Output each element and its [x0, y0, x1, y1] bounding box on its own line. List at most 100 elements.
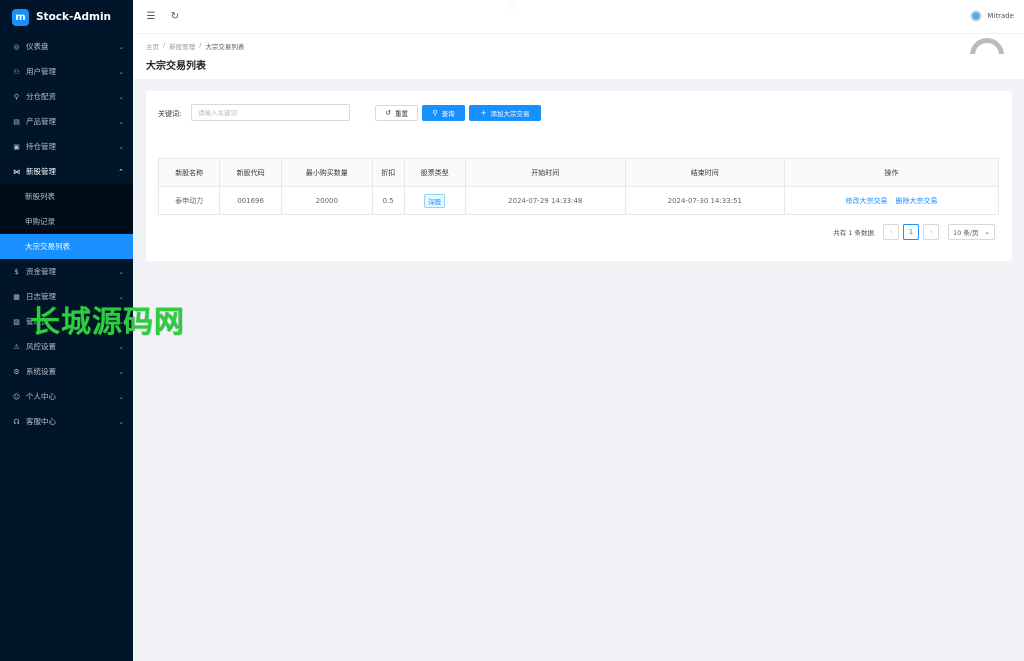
user-name: Mitrade — [987, 12, 1014, 20]
cell-start: 2024-07-29 14:33:48 — [464, 186, 626, 215]
submenu-item[interactable]: 大宗交易列表 — [0, 234, 133, 259]
submenu: 新股列表 申购记录 大宗交易列表 — [0, 184, 133, 259]
menu-toggle-icon[interactable]: ☰ — [145, 11, 157, 22]
top-header: ☰ ↻ ◌ Mitrade — [133, 0, 1024, 34]
search-icon: ⚲ — [432, 109, 438, 117]
column-header: 开始时间 — [464, 158, 626, 187]
plus-icon: + — [480, 109, 487, 117]
sidebar-item[interactable]: ◎ 仪表盘 ⌄ — [0, 34, 133, 59]
sidebar-item-label: 仪表盘 — [26, 42, 49, 51]
chevron-down-icon: ⌄ — [118, 342, 124, 351]
sidebar-item[interactable]: ☺ 个人中心 ⌄ — [0, 384, 133, 409]
sidebar-item-label: 客服中心 — [26, 417, 56, 426]
avatar — [970, 10, 983, 22]
chevron-down-icon: ⌄ — [118, 367, 124, 376]
watermark: 长城源码网 — [30, 305, 185, 340]
sidebar-item[interactable]: ⋈ 新股管理 ⌃ — [0, 159, 133, 184]
sidebar-item-label: 个人中心 — [26, 392, 56, 401]
sidebar-item[interactable]: ⚙ 系统设置 ⌄ — [0, 359, 133, 384]
sidebar-item[interactable]: ⚇ 用户管理 ⌄ — [0, 59, 133, 84]
cell-min-qty: 20000 — [280, 186, 373, 215]
position-icon: ▣ — [13, 142, 20, 151]
column-header: 折扣 — [371, 158, 405, 187]
sidebar-item[interactable]: $ 资金管理 ⌄ — [0, 259, 133, 284]
delete-link[interactable]: 删除大宗交易 — [896, 197, 938, 205]
content-card: 关键词: ↺重置 ⚲查询 +添加大宗交易 新股名称新股代码最小购买数量折扣股票类… — [146, 91, 1012, 261]
reset-label: 重置 — [394, 110, 408, 118]
sidebar-item-label: 分仓配资 — [26, 92, 56, 101]
block-trade-table: 新股名称 新股代码 最小购买数量 折扣 股票类型 开始时间 结束时间 操作 泰申动力 00169… — [157, 158, 999, 215]
brand[interactable]: m Stock-Admin — [0, 0, 133, 34]
breadcrumb-sep: / — [199, 41, 202, 49]
sidebar-item-label: 新股管理 — [26, 167, 56, 176]
table-row: 泰申动力 001696 20000 0.5 深股 2024-07-29 14:33:48 2… — [157, 186, 999, 215]
cell-actions: 修改大宗交易 删除大宗交易 — [784, 186, 999, 215]
page-header: 主页 / 新股管理 / 大宗交易列表 大宗交易列表 — [133, 34, 1024, 79]
brand-logo-icon: m — [12, 8, 29, 26]
support-icon: ☊ — [13, 417, 20, 426]
refresh-icon[interactable]: ↻ — [169, 11, 181, 22]
allocation-icon: ⚲ — [13, 92, 20, 101]
sidebar-item[interactable]: ☊ 客服中心 ⌄ — [0, 409, 133, 434]
sidebar-item-label: 风控设置 — [26, 342, 56, 351]
admin-icon: ▧ — [13, 317, 20, 326]
ipo-icon: ⋈ — [13, 167, 20, 176]
add-block-trade-button[interactable]: + 添加大宗交易 — [469, 105, 541, 121]
page-size-value: 10 条/页 — [953, 229, 979, 237]
loading-icon — [970, 34, 1004, 54]
sidebar-item[interactable]: ▤ 产品管理 ⌄ — [0, 109, 133, 134]
profile-icon: ☺ — [12, 392, 21, 401]
next-page-icon[interactable]: › — [923, 224, 939, 240]
link-icon: ◌ — [509, 2, 516, 10]
column-header: 新股代码 — [219, 158, 282, 187]
chevron-down-icon: ⌄ — [118, 117, 124, 126]
page-size-select[interactable]: 10 条/页 ⌄ — [948, 224, 995, 240]
user-menu[interactable]: Mitrade — [970, 10, 1014, 22]
cell-type: 深股 — [403, 186, 466, 215]
breadcrumb-ipo[interactable]: 新股管理 — [169, 41, 195, 51]
submenu-item[interactable]: 申购记录 — [0, 209, 133, 234]
chevron-down-icon: ⌄ — [118, 267, 124, 276]
product-icon: ▤ — [13, 117, 20, 126]
page-number[interactable]: 1 — [903, 224, 919, 240]
chevron-down-icon: ⌄ — [118, 392, 124, 401]
chevron-down-icon: ⌄ — [984, 228, 990, 236]
breadcrumb-current: 大宗交易列表 — [205, 43, 245, 51]
breadcrumb-sep: / — [163, 41, 166, 49]
sidebar-item-label: 用户管理 — [26, 67, 56, 76]
sidebar-item[interactable]: ▣ 持仓管理 ⌄ — [0, 134, 133, 159]
sidebar-item-label: 持仓管理 — [26, 142, 56, 151]
search-label: 关键词: — [158, 110, 182, 118]
reset-button[interactable]: ↺ 重置 — [375, 105, 418, 121]
page-title: 大宗交易列表 — [146, 61, 206, 72]
chevron-up-icon: ⌃ — [118, 167, 124, 176]
chevron-down-icon: ⌄ — [118, 142, 124, 151]
sidebar-item-label: 产品管理 — [26, 117, 56, 126]
breadcrumb-home[interactable]: 主页 — [146, 41, 159, 51]
chevron-down-icon: ⌄ — [118, 67, 124, 76]
cell-end: 2024-07-30 14:33:51 — [624, 186, 786, 215]
settings-icon: ⚙ — [13, 367, 20, 376]
chevron-down-icon: ⌄ — [118, 42, 124, 51]
table-body: 泰申动力 001696 20000 0.5 深股 2024-07-29 14:33:48 2… — [157, 186, 999, 215]
stock-type-tag: 深股 — [424, 193, 446, 208]
brand-title: Stock-Admin — [36, 11, 112, 23]
cell-discount: 0.5 — [371, 186, 405, 215]
sidebar-item[interactable]: ⚲ 分仓配资 ⌄ — [0, 84, 133, 109]
prev-page-icon[interactable]: ‹ — [883, 224, 899, 240]
submenu-item[interactable]: 新股列表 — [0, 184, 133, 209]
pagination: 共有 1 条数据 ‹ 1 › 10 条/页 ⌄ — [833, 224, 995, 240]
risk-icon: ⚠ — [13, 342, 20, 351]
query-button[interactable]: ⚲ 查询 — [422, 105, 465, 121]
breadcrumb: 主页 / 新股管理 / 大宗交易列表 — [146, 41, 248, 51]
column-header: 操作 — [784, 158, 999, 187]
cell-name: 泰申动力 — [157, 186, 221, 215]
edit-link[interactable]: 修改大宗交易 — [846, 197, 888, 205]
search-input[interactable] — [191, 104, 350, 121]
column-header: 最小购买数量 — [280, 158, 373, 187]
chevron-down-icon: ⌄ — [118, 417, 124, 426]
sidebar-item-label: 资金管理 — [26, 267, 56, 276]
chevron-down-icon: ⌄ — [118, 92, 124, 101]
column-header: 结束时间 — [624, 158, 786, 187]
reset-icon: ↺ — [385, 109, 391, 117]
